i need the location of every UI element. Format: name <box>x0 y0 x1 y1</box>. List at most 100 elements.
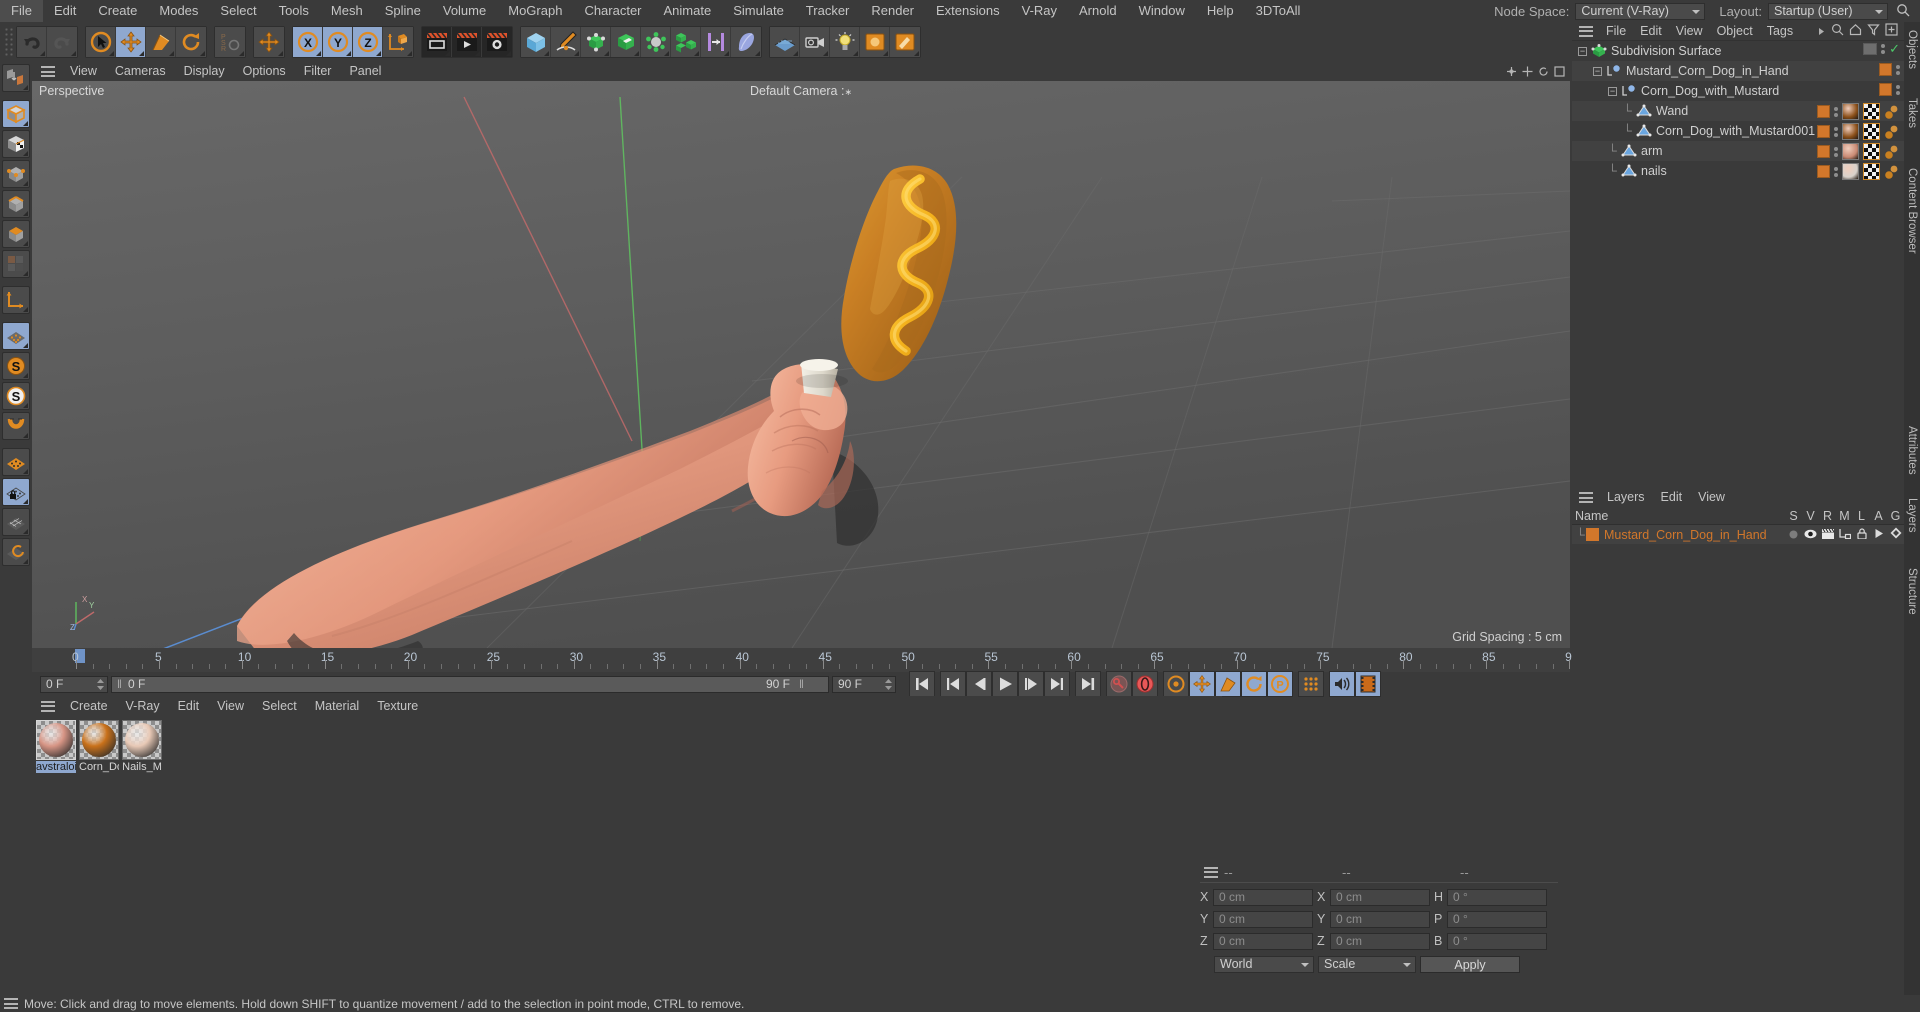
material-menu-view[interactable]: View <box>208 696 253 716</box>
deformer-button[interactable] <box>701 27 731 57</box>
point-mode-button[interactable] <box>2 160 30 188</box>
timeline-range-bar[interactable]: ‖ 0 F 90 F ‖ <box>111 675 829 693</box>
snap-amber-button[interactable]: S <box>2 352 30 380</box>
camera-button[interactable] <box>800 27 830 57</box>
polygon-mode-button[interactable] <box>2 220 30 248</box>
uvw-tag-icon[interactable] <box>1863 123 1880 140</box>
coordinates-hamburger-icon[interactable] <box>1204 866 1218 878</box>
layer-menu-edit[interactable]: Edit <box>1653 488 1691 507</box>
side-tab-strip[interactable]: Objects Takes Content Browser Attributes Lay… <box>1904 22 1920 1012</box>
material-menu-select[interactable]: Select <box>253 696 306 716</box>
preview-end-field[interactable]: 90 F <box>832 675 896 693</box>
layer-generator-toggle[interactable] <box>1887 527 1904 542</box>
object-row[interactable]: − Mustard_Corn_Dog_in_Hand <box>1572 61 1904 81</box>
viewport-axis-icon[interactable] <box>1506 65 1517 80</box>
next-keyframe-button[interactable] <box>1044 671 1070 697</box>
workplane-grid-button[interactable] <box>2 508 30 536</box>
material-manager[interactable]: Create V-Ray Edit View Select Material Texture… <box>32 696 1222 812</box>
keyframe-settings-button[interactable] <box>1163 671 1189 697</box>
menu-item-help[interactable]: Help <box>1196 0 1245 22</box>
object-menu-view[interactable]: View <box>1669 22 1710 41</box>
layer-solo-toggle[interactable] <box>1785 528 1802 542</box>
viewport-menu-filter[interactable]: Filter <box>295 62 341 81</box>
render-queue-button[interactable] <box>452 27 482 57</box>
material-preview[interactable] <box>79 720 119 760</box>
world-object-coordinate-button[interactable] <box>383 27 413 57</box>
edge-mode-button[interactable] <box>2 190 30 218</box>
record-key-button[interactable] <box>1106 671 1132 697</box>
cube-button[interactable] <box>521 27 551 57</box>
go-to-start-button[interactable] <box>909 671 935 697</box>
material-menu-material[interactable]: Material <box>306 696 368 716</box>
coord-size-field[interactable]: 0 cm <box>1330 932 1430 950</box>
menu-item-3dtoall[interactable]: 3DToAll <box>1245 0 1312 22</box>
viewport-canvas[interactable]: Perspective Default Camera :∗ Grid Spaci… <box>32 81 1570 648</box>
menu-item-extensions[interactable]: Extensions <box>925 0 1011 22</box>
menu-item-arnold[interactable]: Arnold <box>1068 0 1128 22</box>
menu-item-file[interactable]: File <box>0 0 43 22</box>
layer-menu-view[interactable]: View <box>1690 488 1733 507</box>
status-hamburger-icon[interactable] <box>4 998 18 1009</box>
phong-tag-icon[interactable] <box>1884 104 1900 120</box>
point-level-anim-button[interactable] <box>1298 671 1324 697</box>
autokey-button[interactable] <box>1132 671 1158 697</box>
object-row[interactable]: └ nails <box>1572 161 1904 181</box>
viewport-menu-bar[interactable]: View Cameras Display Options Filter Panel <box>32 62 1570 81</box>
material-menu-edit[interactable]: Edit <box>169 696 209 716</box>
viewport-menu-panel[interactable]: Panel <box>340 62 390 81</box>
model-mode-button[interactable] <box>2 100 30 128</box>
layer-visible-toggle[interactable] <box>1802 528 1819 542</box>
x-axis-button[interactable]: X <box>293 27 323 57</box>
layer-lock-toggle[interactable] <box>1853 527 1870 542</box>
toolbar-grip[interactable] <box>4 27 13 57</box>
rotation-key-button[interactable] <box>1241 671 1267 697</box>
menu-item-render[interactable]: Render <box>860 0 925 22</box>
visibility-dots[interactable] <box>1834 146 1838 157</box>
layout-dropdown[interactable]: Startup (User) <box>1768 2 1888 20</box>
light-button[interactable] <box>830 27 860 57</box>
side-tab-content-browser[interactable]: Content Browser <box>1905 162 1919 260</box>
material-manager-menu[interactable]: Create V-Ray Edit View Select Material Texture <box>32 696 1222 716</box>
object-menu-object[interactable]: Object <box>1710 22 1760 41</box>
layer-animation-toggle[interactable] <box>1870 528 1887 542</box>
layer-color-swatch[interactable] <box>1817 105 1830 118</box>
workplane-lock-button[interactable] <box>2 478 30 506</box>
phong-tag-icon[interactable] <box>1884 164 1900 180</box>
expander-toggle[interactable]: − <box>1578 46 1587 56</box>
magnet-button[interactable] <box>2 412 30 440</box>
side-tab-objects[interactable]: Objects <box>1905 24 1919 75</box>
filter-icon[interactable] <box>1867 23 1880 39</box>
snap-grid-button[interactable] <box>2 322 30 350</box>
expander-toggle[interactable]: − <box>1593 66 1602 76</box>
render-view-button[interactable] <box>422 27 452 57</box>
viewport-menu-view[interactable]: View <box>61 62 106 81</box>
menu-item-window[interactable]: Window <box>1128 0 1196 22</box>
layer-manager-menu[interactable]: Layers Edit View <box>1572 488 1904 507</box>
prev-keyframe-button[interactable] <box>940 671 966 697</box>
coord-size-field[interactable]: 0 cm <box>1330 910 1430 928</box>
layer-color-swatch[interactable] <box>1817 145 1830 158</box>
rotate-button[interactable] <box>176 27 206 57</box>
frame-spinner[interactable] <box>97 678 104 690</box>
object-manager-menu[interactable]: File Edit View Object Tags <box>1572 22 1904 41</box>
viewport-maximize-icon[interactable] <box>1554 65 1565 80</box>
undo-button[interactable] <box>17 27 47 57</box>
go-to-end-button[interactable] <box>1075 671 1101 697</box>
menu-item-modes[interactable]: Modes <box>148 0 209 22</box>
visibility-dots[interactable] <box>1896 64 1900 75</box>
coord-rotation-field[interactable]: 0 ° <box>1447 888 1547 906</box>
y-axis-button[interactable]: Y <box>323 27 353 57</box>
layer-color-swatch[interactable] <box>1879 83 1892 96</box>
side-tab-structure[interactable]: Structure <box>1905 562 1919 621</box>
coord-position-field[interactable]: 0 cm <box>1213 910 1313 928</box>
menu-item-spline[interactable]: Spline <box>374 0 432 22</box>
home-icon[interactable] <box>1849 23 1862 39</box>
menu-item-simulate[interactable]: Simulate <box>722 0 795 22</box>
layer-manager[interactable]: Layers Edit View Name SVRMLAG └ Mustard_Cor… <box>1572 488 1904 856</box>
material-tag-icon[interactable] <box>1842 143 1859 160</box>
render-settings-button[interactable] <box>482 27 512 57</box>
timeline-toolbar[interactable]: 0 F ‖ 0 F 90 F ‖ 90 F P <box>32 671 1570 697</box>
snap-white-button[interactable]: S <box>2 382 30 410</box>
material-menu-texture[interactable]: Texture <box>368 696 427 716</box>
side-tab-takes[interactable]: Takes <box>1905 92 1919 134</box>
